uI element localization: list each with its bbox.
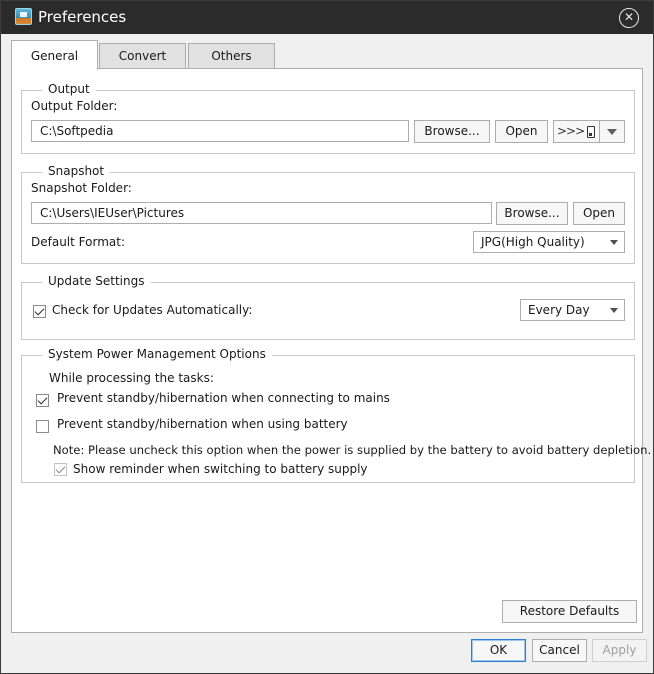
tab-convert[interactable]: Convert — [99, 43, 186, 69]
power-intro-label: While processing the tasks: — [49, 371, 214, 385]
chevron-down-icon — [610, 240, 618, 245]
snapshot-open-button[interactable]: Open — [573, 202, 625, 225]
update-frequency-dropdown[interactable]: Every Day — [520, 299, 625, 321]
tab-others[interactable]: Others — [188, 43, 275, 69]
apply-button[interactable]: Apply — [592, 639, 647, 662]
power-management-legend: System Power Management Options — [42, 347, 272, 361]
output-open-button[interactable]: Open — [495, 120, 548, 143]
update-frequency-value: Every Day — [528, 303, 590, 317]
default-format-dropdown[interactable]: JPG(High Quality) — [473, 231, 625, 253]
output-legend: Output — [42, 82, 96, 96]
prevent-standby-mains-label[interactable]: Prevent standby/hibernation when connect… — [57, 391, 390, 405]
chevron-down-icon[interactable] — [607, 129, 617, 135]
battery-reminder-checkbox[interactable] — [54, 463, 67, 476]
window-title: Preferences — [38, 8, 127, 26]
restore-defaults-button[interactable]: Restore Defaults — [502, 600, 637, 623]
title-bar[interactable]: Preferences ✕ — [1, 1, 653, 34]
cancel-button[interactable]: Cancel — [532, 639, 587, 662]
device-split-button[interactable]: >>> — [553, 120, 625, 143]
update-settings-legend: Update Settings — [42, 274, 151, 288]
prevent-standby-battery-label[interactable]: Prevent standby/hibernation when using b… — [57, 417, 348, 431]
output-folder-label: Output Folder: — [31, 99, 118, 113]
battery-reminder-label[interactable]: Show reminder when switching to battery … — [73, 462, 368, 476]
app-logo-icon — [15, 8, 32, 25]
chevron-down-icon — [610, 308, 618, 313]
auto-update-label[interactable]: Check for Updates Automatically: — [52, 303, 252, 317]
prevent-standby-battery-checkbox[interactable] — [36, 420, 49, 433]
default-format-value: JPG(High Quality) — [481, 235, 585, 249]
power-note: Note: Please uncheck this option when th… — [53, 443, 652, 457]
tab-general[interactable]: General — [11, 40, 98, 70]
snapshot-folder-input[interactable]: C:\Users\IEUser\Pictures — [31, 202, 492, 224]
close-icon: ✕ — [623, 10, 635, 24]
snapshot-folder-label: Snapshot Folder: — [31, 181, 132, 195]
preferences-window: Preferences ✕ General Convert Others Out… — [0, 0, 654, 674]
default-format-label: Default Format: — [31, 235, 125, 249]
close-button[interactable]: ✕ — [619, 8, 639, 28]
media-player-icon — [587, 126, 595, 138]
prevent-standby-mains-checkbox[interactable] — [36, 394, 49, 407]
general-tab-panel: Output Output Folder: C:\Softpedia Brows… — [11, 68, 651, 633]
snapshot-browse-button[interactable]: Browse... — [496, 202, 568, 225]
auto-update-checkbox[interactable] — [33, 305, 46, 318]
snapshot-legend: Snapshot — [42, 164, 111, 178]
output-folder-input[interactable]: C:\Softpedia — [31, 120, 409, 142]
ok-button[interactable]: OK — [471, 639, 526, 662]
output-browse-button[interactable]: Browse... — [414, 120, 490, 143]
